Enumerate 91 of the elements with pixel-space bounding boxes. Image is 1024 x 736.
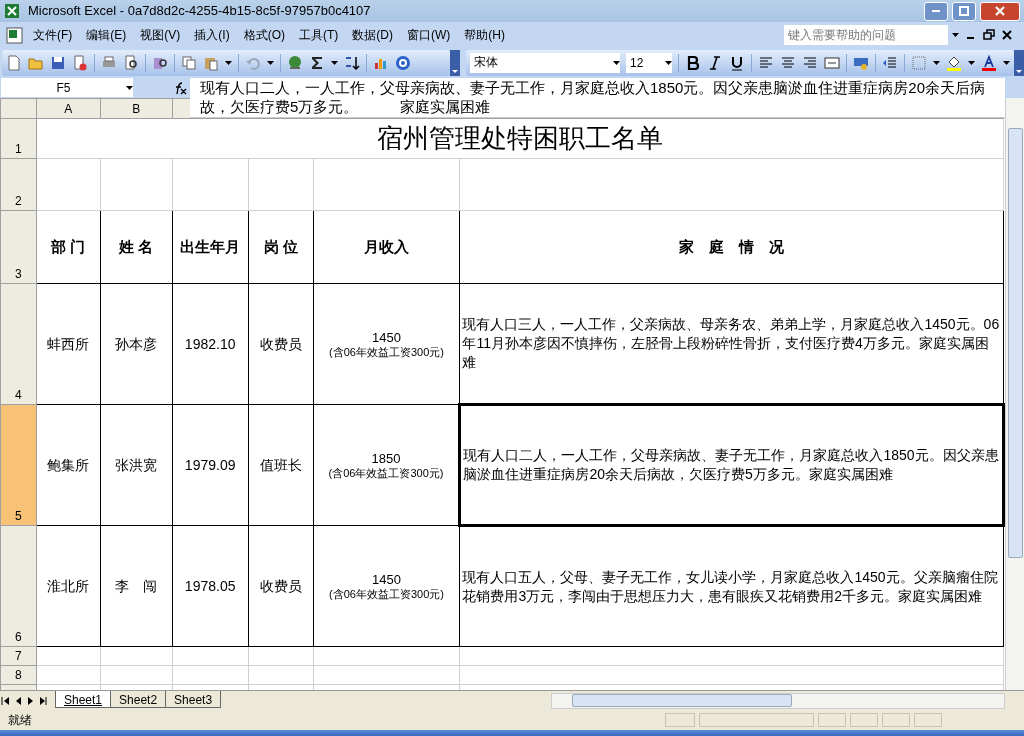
- menu-item[interactable]: 插入(I): [187, 26, 237, 44]
- table-cell: 1982.10: [172, 283, 249, 405]
- underline-icon[interactable]: [729, 54, 745, 71]
- status-panel: [665, 713, 695, 727]
- status-panel: [914, 713, 942, 727]
- row-header: 5: [0, 404, 37, 526]
- bold-icon[interactable]: [685, 54, 701, 71]
- merge-center-icon[interactable]: [824, 54, 840, 71]
- font-size-field[interactable]: 12: [626, 52, 665, 73]
- spreadsheet-icon: [4, 3, 20, 19]
- table-cell: 现有人口二人，一人工作，父母亲病故、妻子无工作，月家庭总收入1850元。因父亲患脑淤血住进重症病房20余天后病故，欠医疗费5万多元。家庭实属困难: [459, 404, 1004, 526]
- column-heading-cell: 月收入: [313, 210, 460, 284]
- row-header: 3: [0, 210, 37, 284]
- italic-icon[interactable]: [707, 54, 723, 71]
- income-value: 1450: [371, 329, 402, 345]
- align-right-icon[interactable]: [802, 54, 818, 71]
- maximize-icon: [959, 6, 969, 16]
- income-value: 1450: [371, 571, 402, 587]
- new-document-icon[interactable]: [6, 54, 22, 71]
- menu-item[interactable]: 文件(F): [26, 26, 80, 44]
- table-cell: 值班长: [248, 404, 314, 526]
- scroll-thumb[interactable]: [572, 694, 793, 707]
- column-header: B: [100, 98, 173, 119]
- toolbar-options-icon[interactable]: [450, 49, 460, 76]
- sheet-title: 宿州管理处特困职工名单: [376, 123, 663, 153]
- status-panel: [850, 713, 878, 727]
- column-heading-cell: 姓 名: [100, 210, 173, 284]
- table-cell: 现有人口三人，一人工作，父亲病故、母亲务农、弟弟上学，月家庭总收入1450元。06年11月孙本彦因不慎摔伤，左胫骨上段粉碎性骨折，支付医疗费4万多元。家庭实属困难: [459, 283, 1004, 405]
- copy-icon[interactable]: [181, 54, 197, 71]
- table-cell: 蚌西所: [36, 283, 101, 405]
- table-cell: 现有人口五人，父母、妻子无工作，女儿读小学，月家庭总收入1450元。父亲脑瘤住院花销费用3万元，李闯由于思想压力大，患有眼疾又花销费用2千多元。家庭实属困难: [459, 525, 1004, 647]
- vertical-scrollbar[interactable]: [1005, 98, 1024, 690]
- permission-icon[interactable]: [72, 54, 88, 71]
- sort-ascending-icon[interactable]: [344, 54, 360, 71]
- table-cell: 淮北所: [36, 525, 101, 647]
- save-icon[interactable]: [50, 54, 66, 71]
- print-preview-icon[interactable]: [123, 54, 139, 71]
- row-header: 4: [0, 283, 37, 405]
- font-size-dropdown[interactable]: 12: [626, 52, 672, 73]
- fill-color-icon[interactable]: [946, 54, 962, 71]
- horizontal-scrollbar[interactable]: [551, 692, 1005, 709]
- column-heading-cell: 家 庭 情 况: [459, 210, 1004, 284]
- toolbar-options-icon[interactable]: [1014, 49, 1024, 76]
- font-color-icon[interactable]: [981, 54, 997, 71]
- sum-icon[interactable]: [309, 54, 325, 71]
- table-cell: 1978.05: [172, 525, 249, 647]
- table-cell: 孙本彦: [100, 283, 173, 405]
- menu-item[interactable]: 帮助(H): [457, 26, 512, 44]
- table-cell: 鲍集所: [36, 404, 101, 526]
- decrease-indent-icon[interactable]: [882, 54, 898, 71]
- table-cell: 1979.09: [172, 404, 249, 526]
- menu-item[interactable]: 视图(V): [133, 26, 188, 44]
- menu-item[interactable]: 数据(D): [345, 26, 400, 44]
- status-text: 就绪: [8, 712, 32, 729]
- income-note: (含06年效益工资300元): [328, 586, 445, 601]
- row-header: 1: [0, 118, 37, 159]
- maximize-button[interactable]: [952, 1, 976, 21]
- window-title: Microsoft Excel - 0a7d8d2c-4255-4b15-8c5f-97957b0c4107: [28, 2, 371, 21]
- status-panel: [818, 713, 846, 727]
- menu-item[interactable]: 格式(O): [236, 26, 292, 44]
- status-panel: [882, 713, 910, 727]
- column-heading-cell: 部 门: [36, 210, 101, 284]
- sheet-tab[interactable]: Sheet3: [165, 691, 222, 708]
- minimize-icon: [932, 10, 940, 12]
- align-left-icon[interactable]: [758, 54, 774, 71]
- minimize-button[interactable]: [924, 1, 948, 21]
- row-header: 2: [0, 158, 37, 211]
- menu-item[interactable]: 窗口(W): [400, 26, 458, 44]
- table-cell: 收费员: [248, 525, 314, 647]
- spreadsheet-icon: [4, 25, 26, 45]
- formula-field[interactable]: 现有人口二人，一人工作，父母亲病故、妻子无工作，月家庭总收入1850元。因父亲患脑淤血住进重症病房20余天后病故，欠医疗费5万多元。 家庭实属困难: [190, 78, 1005, 118]
- restore-icon[interactable]: [980, 28, 998, 42]
- menu-item[interactable]: 工具(T): [292, 26, 346, 44]
- income-note: (含06年效益工资300元): [328, 344, 445, 359]
- column-heading-cell: 出生年月: [172, 210, 249, 284]
- row-header: 6: [0, 525, 37, 647]
- align-center-icon[interactable]: [780, 54, 796, 71]
- close-button[interactable]: [980, 1, 1020, 21]
- menu-item[interactable]: 编辑(E): [79, 26, 134, 44]
- income-note: (含06年效益工资300元): [327, 465, 445, 480]
- help-field[interactable]: 键入需要帮助的问题: [784, 25, 948, 45]
- income-value: 1850: [370, 450, 402, 466]
- table-cell: 张洪宽: [100, 404, 173, 526]
- column-heading-cell: 岗 位: [248, 210, 314, 284]
- scroll-thumb[interactable]: [1007, 128, 1023, 558]
- table-cell: 李 闯: [100, 525, 173, 647]
- table-cell: 收费员: [248, 283, 314, 405]
- column-header: A: [36, 98, 101, 119]
- sheet-tab[interactable]: Sheet1: [55, 691, 112, 708]
- function-icon[interactable]: [173, 80, 187, 95]
- close-icon: [995, 6, 1005, 16]
